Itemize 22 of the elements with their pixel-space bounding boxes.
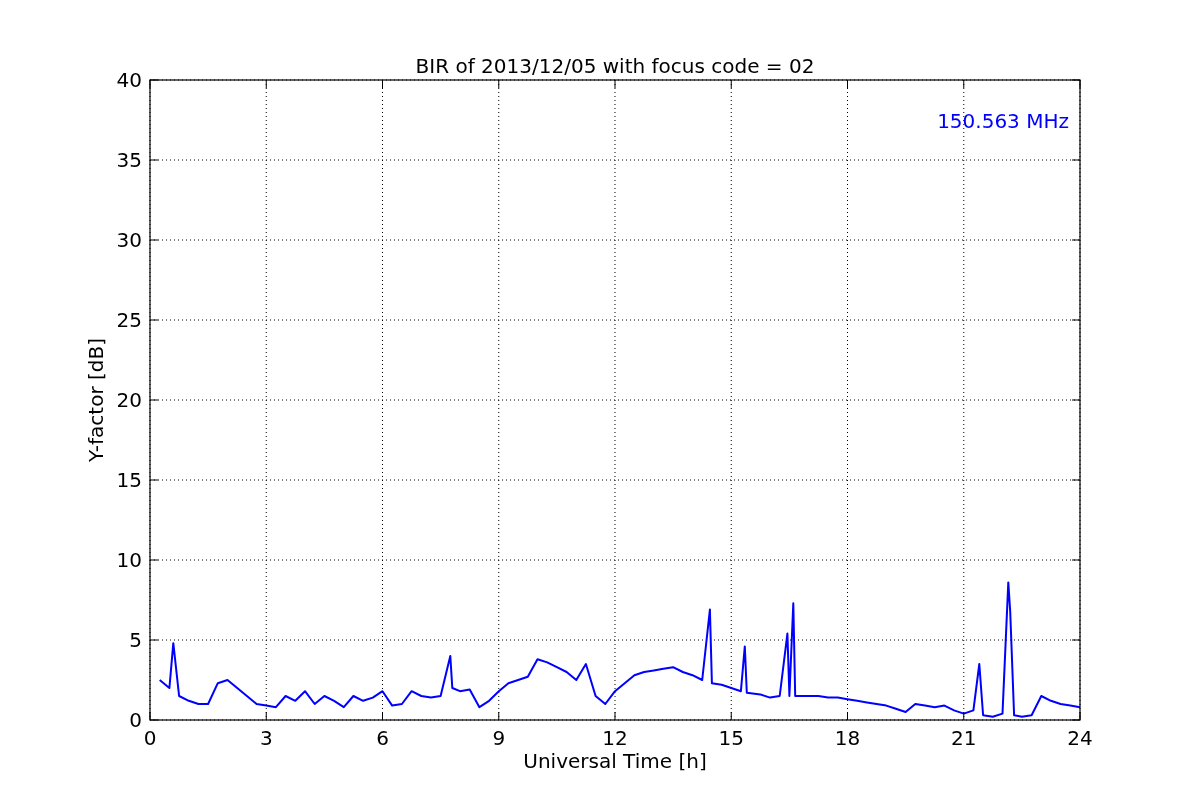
x-tick-label: 9: [492, 726, 506, 750]
x-axis-title: Universal Time [h]: [523, 749, 707, 773]
y-tick-label: 35: [116, 148, 142, 172]
x-tick-label: 3: [259, 726, 273, 750]
y-tick-label: 25: [116, 308, 142, 332]
y-tick-label: 15: [116, 468, 142, 492]
x-tick-label: 15: [718, 726, 744, 750]
y-tick-label: 0: [129, 708, 142, 732]
y-tick-label: 5: [129, 628, 142, 652]
x-tick-label: 21: [951, 726, 977, 750]
y-tick-label: 30: [116, 228, 142, 252]
y-tick-label: 10: [116, 548, 142, 572]
y-tick-label: 40: [116, 68, 142, 92]
frequency-label: 150.563 MHz: [937, 109, 1069, 133]
x-tick-label: 24: [1067, 726, 1093, 750]
x-tick-label: 12: [602, 726, 628, 750]
x-tick-label: 0: [143, 726, 157, 750]
chart-title: BIR of 2013/12/05 with focus code = 02: [415, 54, 815, 78]
x-tick-label: 6: [376, 726, 389, 750]
y-axis-title: Y-factor [dB]: [84, 338, 108, 462]
x-tick-label: 18: [834, 726, 861, 750]
y-tick-label: 20: [116, 388, 142, 412]
